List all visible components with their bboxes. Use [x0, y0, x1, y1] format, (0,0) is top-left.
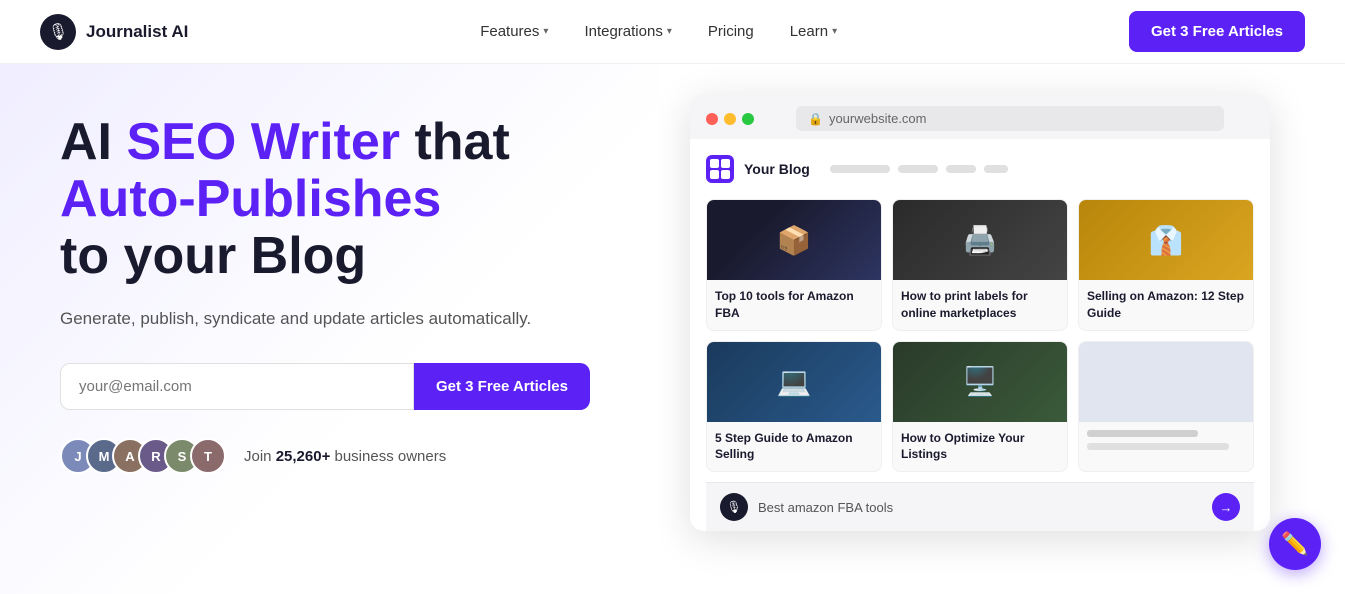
article-info: Selling on Amazon: 12 Step Guide — [1079, 280, 1253, 330]
nav-learn[interactable]: Learn ▾ — [790, 23, 837, 40]
chat-widget-button[interactable]: ✏️ — [1269, 518, 1321, 570]
social-proof-text: Join 25,260+ business owners — [244, 448, 446, 465]
article-title: Selling on Amazon: 12 Step Guide — [1087, 288, 1245, 322]
chat-logo-icon: 🎙 — [720, 493, 748, 521]
article-thumbnail: 👔 — [1079, 200, 1253, 280]
article-card[interactable]: 👔 Selling on Amazon: 12 Step Guide — [1078, 199, 1254, 331]
browser-bar: 🔒 yourwebsite.com — [690, 94, 1270, 139]
browser-side: 🔒 yourwebsite.com Your Blog — [660, 64, 1345, 594]
article-grid: 📦 Top 10 tools for Amazon FBA 🖨️ How to … — [706, 199, 1254, 482]
nav-features[interactable]: Features ▾ — [480, 23, 548, 40]
article-title: 5 Step Guide to Amazon Selling — [715, 430, 873, 464]
hero-section: AI SEO Writer that Auto-Publishes to you… — [0, 64, 660, 594]
article-info: Top 10 tools for Amazon FBA — [707, 280, 881, 330]
blog-title: Your Blog — [744, 161, 810, 177]
article-title: How to Optimize Your Listings — [901, 430, 1059, 464]
article-info: 5 Step Guide to Amazon Selling — [707, 422, 881, 472]
hero-subtitle: Generate, publish, syndicate and update … — [60, 306, 620, 332]
article-thumbnail: 🖥️ — [893, 342, 1067, 422]
email-input[interactable] — [60, 363, 414, 410]
nav-cta-button[interactable]: Get 3 Free Articles — [1129, 11, 1305, 52]
logo-text: Journalist AI — [86, 22, 188, 42]
article-card[interactable]: 📦 Top 10 tools for Amazon FBA — [706, 199, 882, 331]
minimize-dot — [724, 113, 736, 125]
logo[interactable]: 🎙 Journalist AI — [40, 14, 188, 50]
article-title: Top 10 tools for Amazon FBA — [715, 288, 873, 322]
article-card[interactable]: 🖨️ How to print labels for online market… — [892, 199, 1068, 331]
chat-bar: 🎙 Best amazon FBA tools → — [706, 482, 1254, 531]
article-thumbnail: 💻 — [707, 342, 881, 422]
avatar-group: J M A R S T — [60, 438, 216, 474]
article-card[interactable]: 💻 5 Step Guide to Amazon Selling — [706, 341, 882, 473]
article-thumbnail: 📦 — [707, 200, 881, 280]
article-thumbnail-blank — [1079, 342, 1253, 422]
chevron-down-icon: ▾ — [667, 26, 672, 37]
article-card-blank — [1078, 341, 1254, 473]
lock-icon: 🔒 — [808, 112, 823, 126]
article-info: How to Optimize Your Listings — [893, 422, 1067, 472]
article-title: How to print labels for online marketpla… — [901, 288, 1059, 322]
article-info: How to print labels for online marketpla… — [893, 280, 1067, 330]
blog-logo — [706, 155, 734, 183]
blog-nav-lines — [830, 165, 1008, 173]
chat-widget-icon: ✏️ — [1281, 531, 1308, 557]
navbar: 🎙 Journalist AI Features ▾ Integrations … — [0, 0, 1345, 64]
nav-pricing[interactable]: Pricing — [708, 23, 754, 40]
blank-info — [1079, 422, 1253, 458]
article-card[interactable]: 🖥️ How to Optimize Your Listings — [892, 341, 1068, 473]
main-content: AI SEO Writer that Auto-Publishes to you… — [0, 64, 1345, 594]
close-dot — [706, 113, 718, 125]
email-cta-button[interactable]: Get 3 Free Articles — [414, 363, 590, 410]
browser-dots — [706, 113, 754, 125]
browser-content: Your Blog 📦 Top 10 tools for Amazon — [690, 139, 1270, 531]
chevron-down-icon: ▾ — [543, 26, 548, 37]
email-form: Get 3 Free Articles — [60, 363, 590, 410]
browser-window: 🔒 yourwebsite.com Your Blog — [690, 94, 1270, 531]
maximize-dot — [742, 113, 754, 125]
nav-integrations[interactable]: Integrations ▾ — [584, 23, 671, 40]
chat-input[interactable]: Best amazon FBA tools — [758, 500, 1202, 515]
hero-title: AI SEO Writer that Auto-Publishes to you… — [60, 114, 620, 286]
blog-header: Your Blog — [706, 155, 1254, 183]
social-proof: J M A R S T Join 25,260+ business owners — [60, 438, 620, 474]
nav-links: Features ▾ Integrations ▾ Pricing Learn … — [480, 23, 837, 40]
chevron-down-icon: ▾ — [832, 26, 837, 37]
chat-send-button[interactable]: → — [1212, 493, 1240, 521]
logo-icon: 🎙 — [40, 14, 76, 50]
url-bar[interactable]: 🔒 yourwebsite.com — [796, 106, 1224, 131]
avatar: T — [190, 438, 226, 474]
article-thumbnail: 🖨️ — [893, 200, 1067, 280]
